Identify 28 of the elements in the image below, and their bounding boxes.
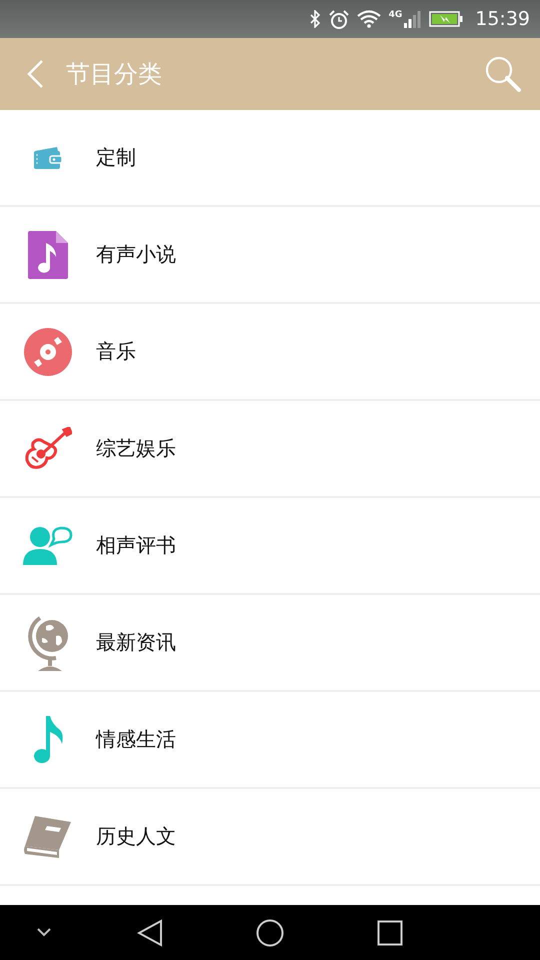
category-item[interactable]: 音乐 xyxy=(96,338,136,365)
signal-icon xyxy=(403,10,422,28)
category-item[interactable]: 综艺娱乐 xyxy=(96,435,176,462)
music-note-icon xyxy=(32,716,64,764)
back-nav-button[interactable] xyxy=(137,919,163,947)
network-type: 4G xyxy=(388,10,402,20)
alarm-icon xyxy=(328,10,349,28)
collapse-button[interactable] xyxy=(36,927,52,937)
page-title: 节目分类 xyxy=(66,59,163,90)
category-item[interactable]: 情感生活 xyxy=(96,726,176,753)
home-button[interactable] xyxy=(256,919,284,947)
category-item[interactable]: 最新资讯 xyxy=(96,629,176,656)
wifi-icon xyxy=(356,10,381,28)
category-item[interactable]: 定制 xyxy=(96,144,136,171)
category-item[interactable]: 相声评书 xyxy=(96,532,176,559)
globe-icon xyxy=(26,614,70,672)
person-speech-icon xyxy=(23,524,73,566)
guitar-icon xyxy=(24,426,72,470)
category-item[interactable]: 历史人文 xyxy=(96,823,176,850)
music-file-icon xyxy=(28,230,68,278)
wallet-icon xyxy=(33,144,63,170)
book-icon xyxy=(23,814,73,860)
category-item[interactable]: 有声小说 xyxy=(96,241,176,268)
battery-icon xyxy=(429,11,464,27)
bluetooth-icon xyxy=(308,10,321,28)
recents-button[interactable] xyxy=(377,920,403,946)
clock-time: 15:39 xyxy=(475,8,530,30)
disc-icon xyxy=(24,328,72,376)
